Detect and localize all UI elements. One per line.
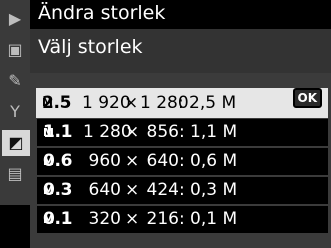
menu-sidebar: ▶ ▣ ✎ Y ◩ ▤ — [0, 0, 30, 248]
height-value: 1 280 — [140, 93, 189, 113]
options-list: 2.5 M 1 920 × 1 280 : 2,5 M OK 1.1 M 1 280… — [30, 73, 331, 248]
size-option-1-1m[interactable]: 1.1 M 1 280 × 856 : 1,1 M — [37, 119, 328, 146]
height-value: 640 — [146, 151, 179, 171]
size-option-2-5m[interactable]: 2.5 M 1 920 × 1 280 : 2,5 M OK — [36, 88, 328, 118]
height-value: 856 — [146, 122, 179, 142]
size-label: 0,3 M — [190, 180, 238, 200]
size-option-0-3m[interactable]: 0.3 M 640 × 424 : 0,3 M — [37, 177, 328, 204]
playback-icon[interactable]: ▶ — [3, 6, 27, 32]
width-value: 320 — [88, 209, 121, 229]
colon: : — [179, 122, 185, 142]
width-value: 1 280 — [83, 122, 132, 142]
width-value: 960 — [88, 151, 121, 171]
times-sign: × — [125, 151, 140, 171]
height-value: 424 — [146, 180, 179, 200]
width-value: 1 920 — [82, 93, 131, 113]
size-label: 2,5 M — [189, 93, 237, 113]
colon: : — [179, 209, 185, 229]
menu-panel: Ändra storlek Välj storlek 2.5 M 1 920 × … — [30, 0, 331, 248]
colon: : — [179, 151, 185, 171]
times-sign: × — [125, 122, 140, 142]
width-value: 640 — [88, 180, 121, 200]
times-sign: × — [125, 209, 140, 229]
size-label: 0,6 M — [190, 151, 238, 171]
size-option-0-1m[interactable]: 0.1 M 320 × 216 : 0,1 M — [37, 206, 328, 233]
size-label: 1,1 M — [190, 122, 238, 142]
times-sign: × — [124, 93, 139, 113]
page-subtitle: Välj storlek — [38, 36, 143, 58]
colon: : — [179, 180, 185, 200]
height-value: 216 — [146, 209, 179, 229]
pencil-icon[interactable]: ✎ — [3, 68, 27, 94]
sidebar-strip: ▶ ▣ ✎ Y ◩ ▤ — [0, 0, 30, 205]
list-icon[interactable]: ▤ — [3, 161, 27, 187]
menu-title: Ändra storlek — [38, 2, 166, 24]
times-sign: × — [125, 180, 140, 200]
wrench-icon[interactable]: Y — [3, 99, 27, 125]
retouch-icon[interactable]: ◩ — [2, 130, 30, 156]
ok-button[interactable]: OK — [292, 88, 322, 108]
colon: : — [178, 93, 184, 113]
size-option-0-6m[interactable]: 0.6 M 960 × 640 : 0,6 M — [37, 148, 328, 175]
camera-icon[interactable]: ▣ — [3, 37, 27, 63]
size-label: 0,1 M — [190, 209, 238, 229]
